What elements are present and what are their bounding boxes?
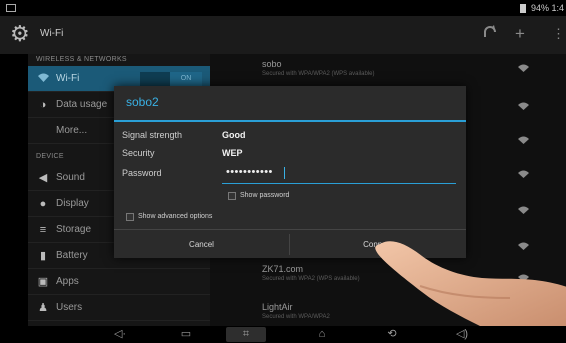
wifi-signal-locked-icon (518, 64, 529, 72)
notification-icon (6, 4, 16, 12)
network-security: Secured with WPA2 (WPS available) (262, 276, 360, 282)
text-caret (284, 167, 285, 179)
overflow-menu-icon[interactable]: ⋮ (552, 24, 565, 44)
section-header-wireless: WIRELESS & NETWORKS (36, 56, 127, 63)
battery-icon: ▮ (39, 250, 47, 262)
sidebar-item-apps[interactable]: ▣ Apps (28, 269, 210, 295)
security-value: WEP (222, 148, 243, 158)
wifi-connect-dialog: sobo2 Signal strength Good Security WEP … (114, 86, 466, 258)
display-icon: ● (39, 198, 47, 210)
dialog-title: sobo2 (126, 95, 159, 109)
volume-down-icon[interactable]: ◁· (108, 327, 132, 342)
sidebar-item-label: Sound (56, 172, 85, 183)
sound-icon: ◀ (38, 172, 48, 184)
navigation-bar: ◁· ▭ ⌗ ⌂ ⟲ ◁) (0, 326, 566, 343)
storage-icon: ≡ (39, 224, 47, 236)
sidebar-item-label: Battery (56, 250, 88, 261)
battery-time-text: 94% 1:4 (530, 3, 564, 13)
wifi-signal-locked-icon (518, 206, 529, 214)
wifi-icon (37, 73, 49, 85)
wifi-signal-locked-icon (518, 170, 529, 178)
password-field[interactable]: ••••••••••• (222, 164, 456, 184)
battery-status-icon (520, 4, 526, 13)
pointing-hand-photo (375, 241, 566, 326)
signal-strength-label: Signal strength (122, 130, 183, 140)
password-label: Password (122, 168, 162, 178)
screenshot-icon[interactable]: ⌗ (226, 327, 266, 342)
network-name: LightAir (262, 302, 293, 312)
users-icon: ♟ (38, 302, 48, 314)
add-network-icon[interactable]: + (515, 24, 525, 44)
back-icon[interactable]: ▭ (174, 327, 198, 342)
data-usage-icon: ◑ (39, 99, 47, 111)
show-advanced-label: Show advanced options (138, 213, 213, 220)
cancel-button[interactable]: Cancel (114, 230, 289, 259)
network-security: Secured with WPA/WPA2 (262, 314, 330, 320)
volume-up-icon[interactable]: ◁) (450, 327, 474, 342)
settings-gear-icon[interactable]: ⚙ (10, 23, 32, 45)
home-icon[interactable]: ⌂ (310, 327, 334, 342)
sidebar-item-label: More... (56, 125, 88, 136)
network-name: sobo (262, 59, 282, 69)
wifi-signal-locked-icon (518, 136, 529, 144)
dialog-title-divider (114, 120, 466, 122)
sidebar-item-label: Data usage (56, 99, 108, 110)
wifi-signal-locked-icon (518, 102, 529, 110)
list-item[interactable]: sobo Secured with WPA/WPA2 (WPS availabl… (210, 55, 566, 81)
apps-icon: ▣ (37, 276, 49, 288)
network-security: Secured with WPA/WPA2 (WPS available) (262, 71, 375, 77)
back-arrow-icon[interactable]: ⟲ (380, 327, 404, 342)
action-bar: ⚙ Wi-Fi + ⋮ (0, 16, 566, 54)
sidebar-item-label: Apps (56, 276, 79, 287)
wifi-toggle[interactable]: ON (140, 72, 202, 86)
sidebar-item-label: Display (56, 198, 89, 209)
section-header-device: DEVICE (36, 153, 64, 160)
page-title: Wi-Fi (40, 28, 64, 39)
wifi-toggle-knob: ON (170, 72, 202, 86)
show-password-checkbox[interactable] (228, 192, 236, 200)
signal-strength-value: Good (222, 130, 246, 140)
wps-glyph (484, 25, 496, 37)
sidebar-item-label: Users (56, 302, 83, 313)
wps-icon[interactable] (482, 24, 498, 45)
security-label: Security (122, 148, 155, 158)
show-password-label: Show password (240, 192, 290, 199)
sidebar-item-label: Wi-Fi (56, 73, 80, 84)
show-advanced-checkbox[interactable] (126, 213, 134, 221)
status-bar: 94% 1:4 (0, 0, 566, 16)
password-value: ••••••••••• (226, 166, 273, 178)
android-settings-screen: 94% 1:4 ⚙ Wi-Fi + ⋮ WIRELESS & NETWORKS … (0, 0, 566, 343)
network-name: ZK71.com (262, 264, 304, 274)
sidebar-item-users[interactable]: ♟ Users (28, 295, 210, 321)
sidebar-item-label: Storage (56, 224, 92, 235)
wifi-glyph (37, 73, 49, 82)
